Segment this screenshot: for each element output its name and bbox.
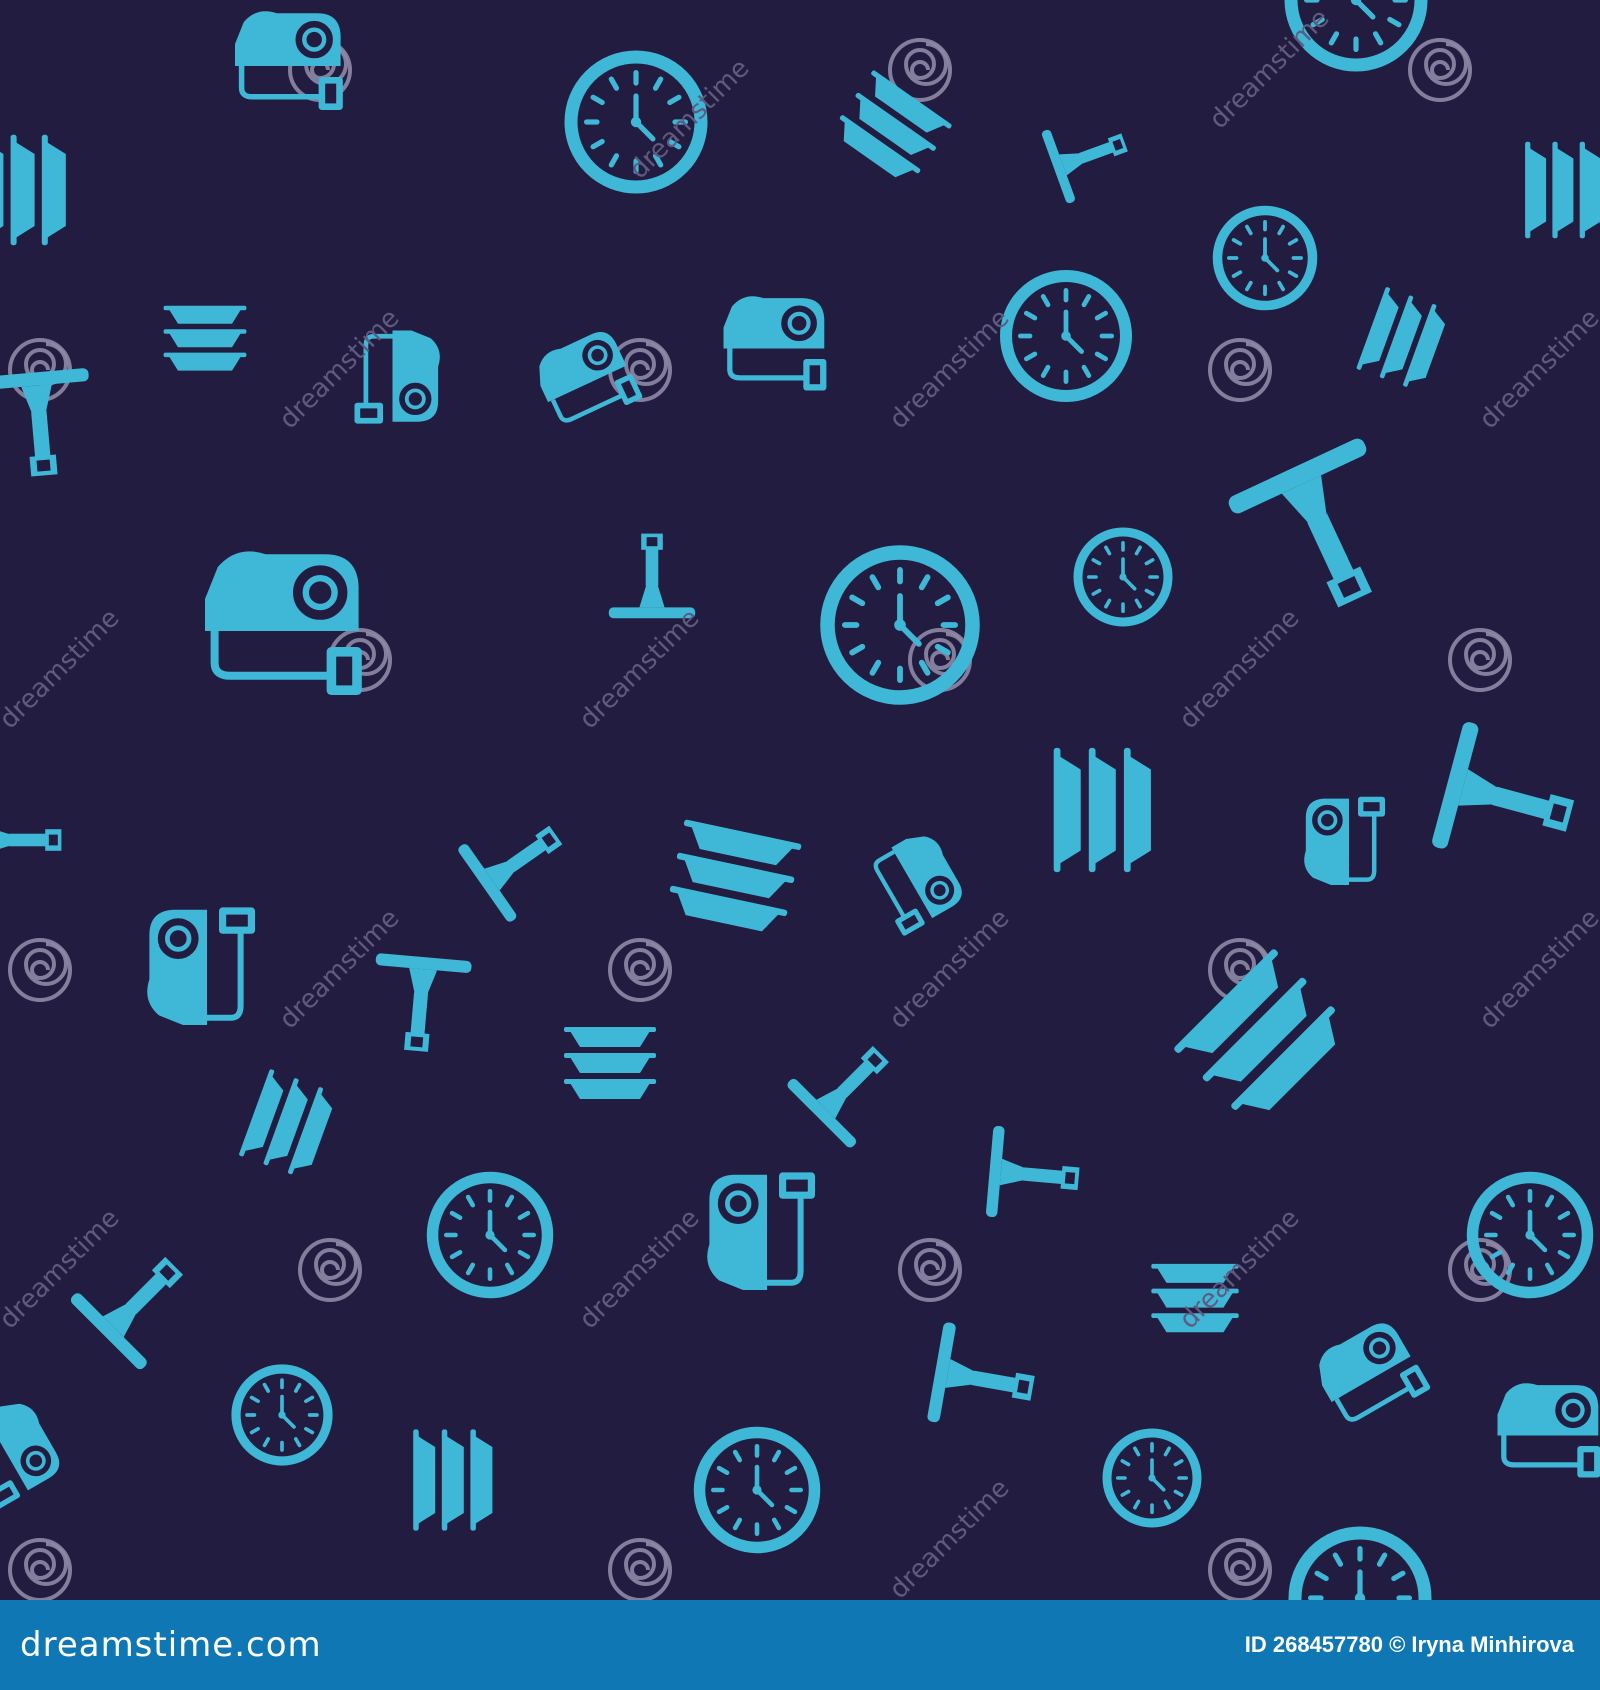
stock-footer-bar: dreamstime.com ID 268457780 © Iryna Minh… [0,1600,1600,1690]
svg-text:dreamstime: dreamstime [274,303,406,435]
icon-pattern-background: dreamstime dreamstime dreamstime dreamst… [0,0,1600,1600]
image-credit: ID 268457780 © Iryna Minhirova [1244,1632,1574,1657]
svg-text:dreamstime: dreamstime [884,1473,1016,1600]
svg-text:dreamstime: dreamstime [884,303,1016,435]
watermark-spirals [8,38,1512,1600]
svg-text:dreamstime: dreamstime [1204,3,1336,135]
svg-text:dreamstime: dreamstime [274,903,406,1035]
svg-text:dreamstime: dreamstime [1474,303,1600,435]
svg-text:dreamstime: dreamstime [574,603,706,735]
svg-text:dreamstime: dreamstime [1174,603,1306,735]
svg-text:dreamstime: dreamstime [0,603,125,735]
dreamstime-logo: dreamstime.com [20,1625,322,1665]
vacuum-cleaner-icons [0,11,1600,1510]
svg-text:dreamstime: dreamstime [574,1203,706,1335]
svg-text:dreamstime: dreamstime [1474,903,1600,1035]
